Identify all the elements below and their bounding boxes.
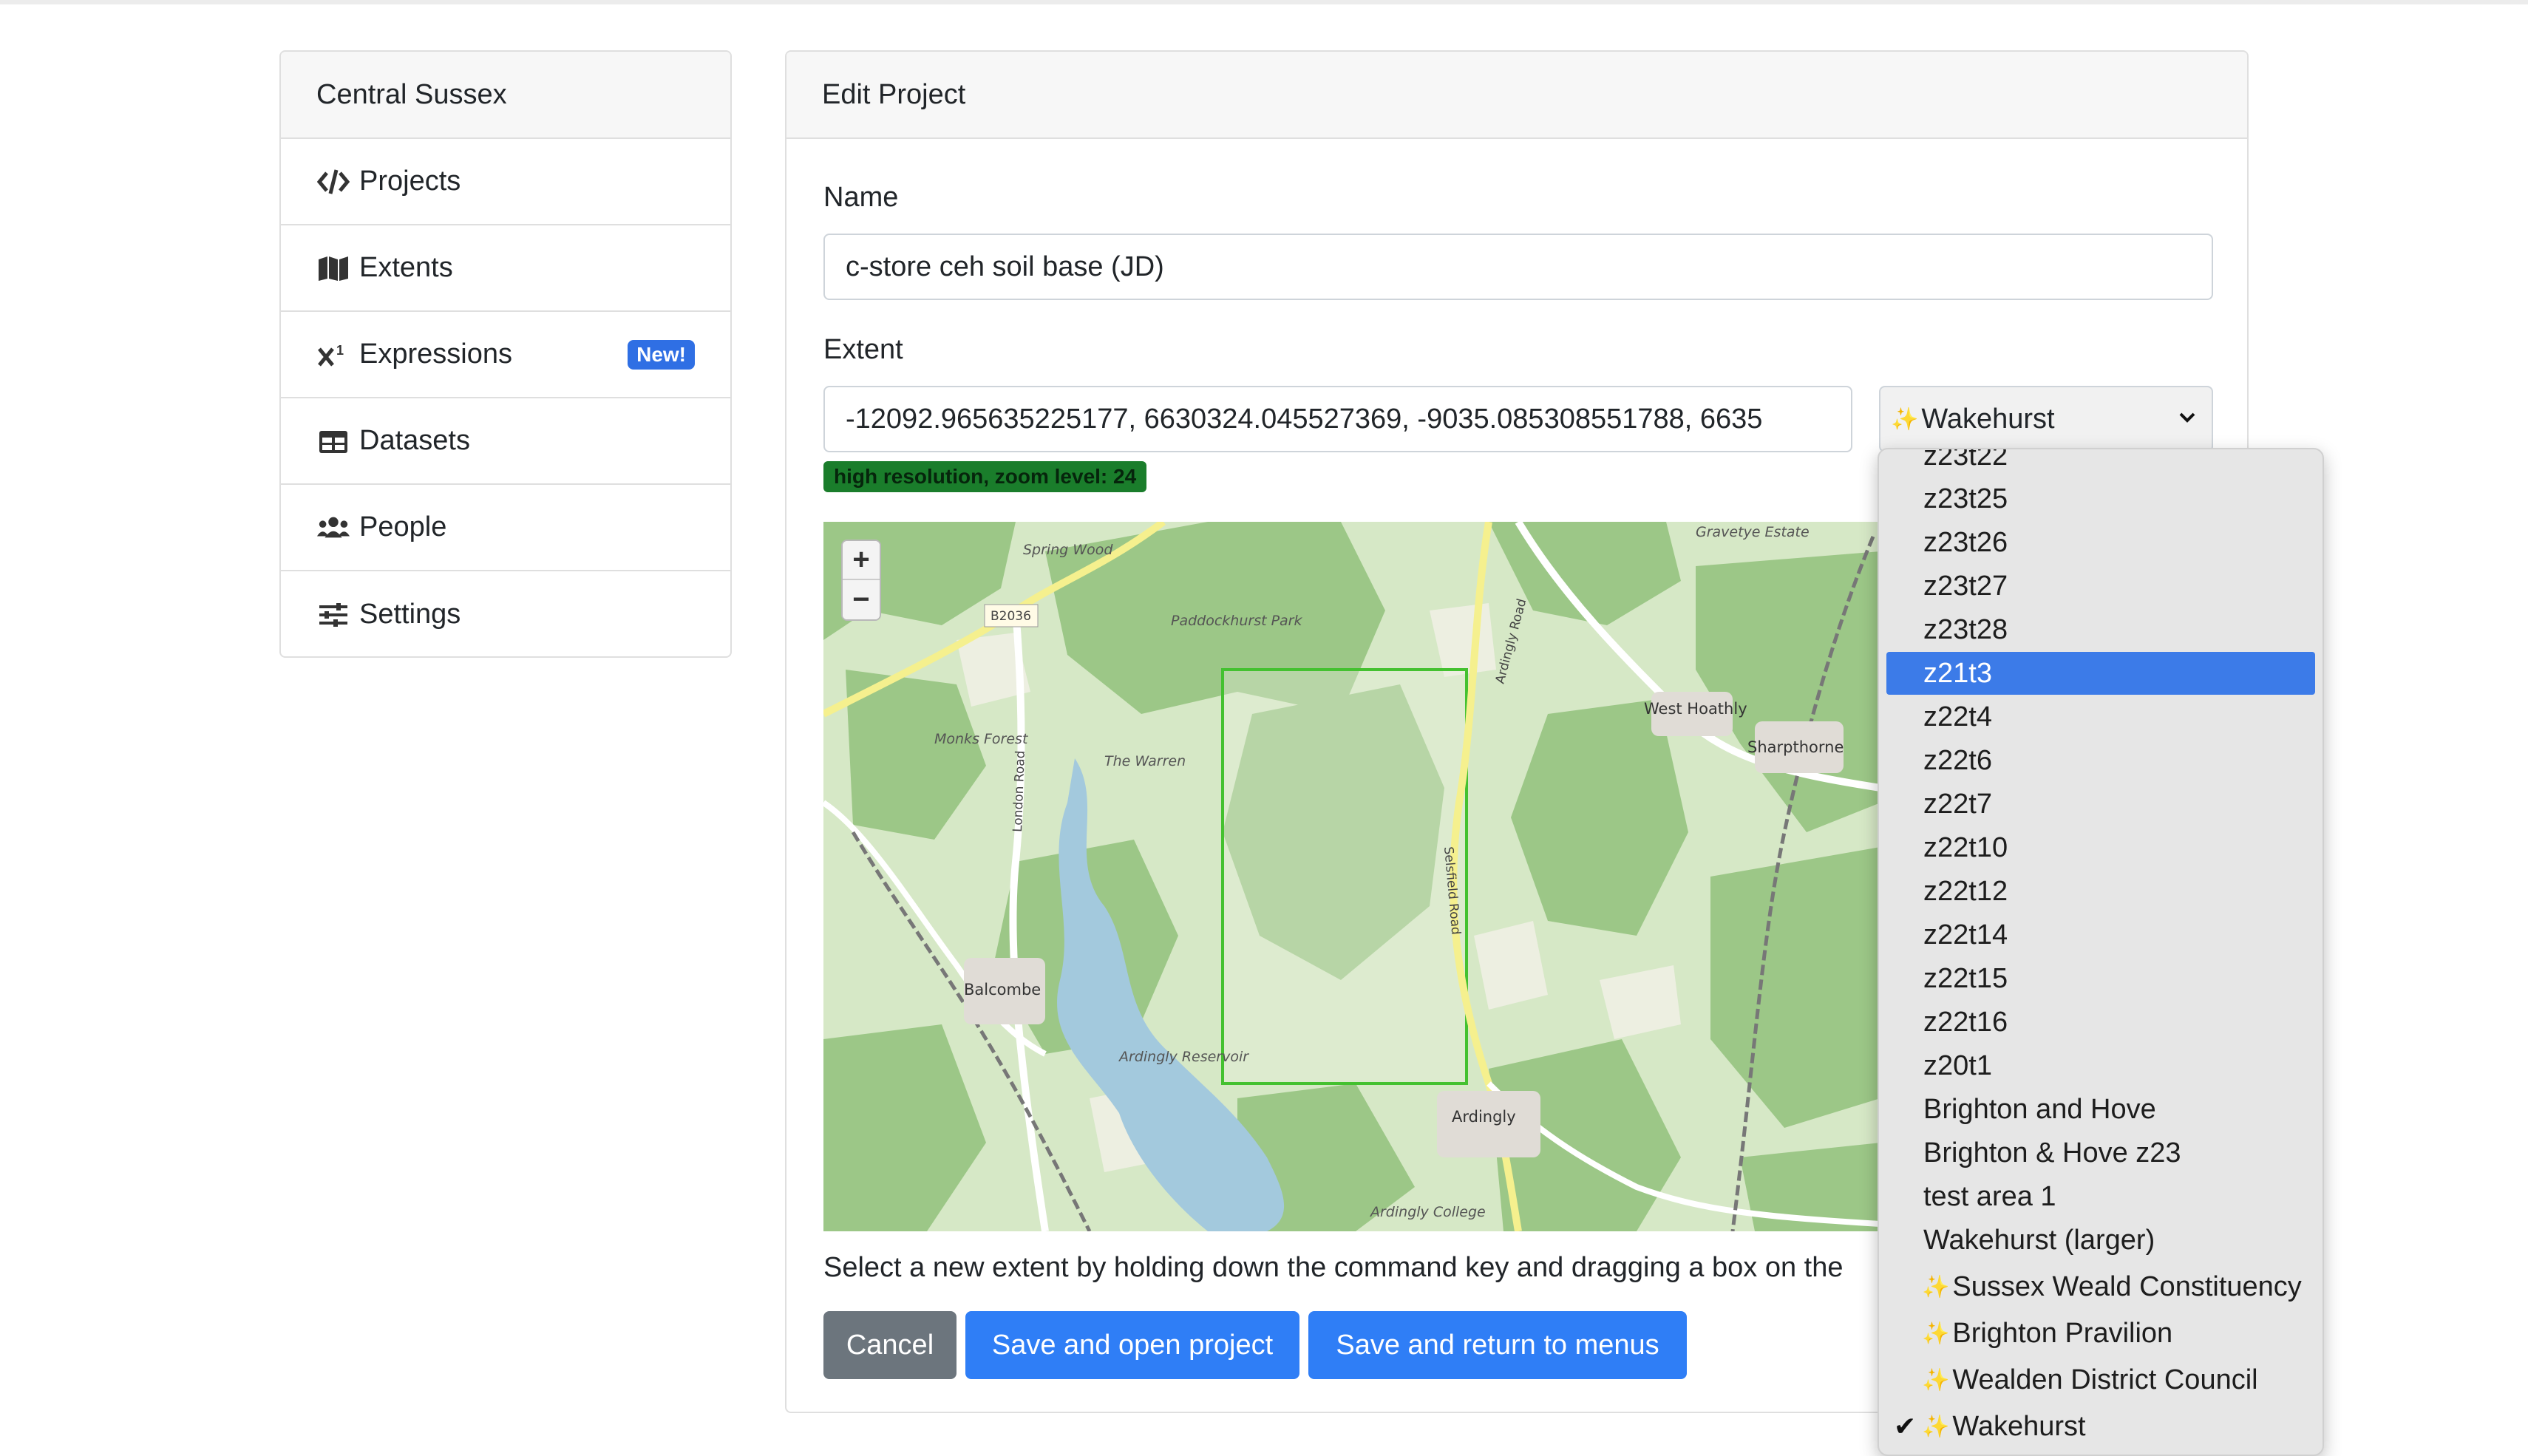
dropdown-item[interactable]: test area 1 xyxy=(1886,1175,2315,1218)
sidebar-item-settings[interactable]: Settings xyxy=(281,571,730,656)
dropdown-item[interactable]: Wakehurst (larger) xyxy=(1886,1219,2315,1262)
extent-select[interactable]: ✨ Wakehurst xyxy=(1879,386,2213,452)
dropdown-item[interactable]: Brighton & Hove z23 xyxy=(1886,1132,2315,1174)
chevron-down-icon xyxy=(2178,405,2197,438)
sidebar-item-people[interactable]: People xyxy=(281,485,730,571)
map-tiles: Spring Wood Paddockhurst Park Gravetye E… xyxy=(823,522,1880,1231)
svg-text:1: 1 xyxy=(336,343,344,358)
zoom-out-button[interactable]: − xyxy=(843,580,880,619)
code-icon xyxy=(316,167,350,197)
sparkle-icon: ✨ xyxy=(1922,1367,1950,1392)
dropdown-item[interactable]: z22t12 xyxy=(1886,870,2315,913)
dropdown-item-label: Wealden District Council xyxy=(1952,1364,2258,1395)
sidebar-item-label: Extents xyxy=(359,252,453,283)
dropdown-item[interactable]: z22t7 xyxy=(1886,783,2315,826)
new-badge: New! xyxy=(628,340,695,370)
extent-dropdown-list[interactable]: z23t22 z23t25 z23t26 z23t27 z23t28 z21t3… xyxy=(1878,448,2324,1456)
dropdown-item[interactable]: z23t27 xyxy=(1886,565,2315,608)
top-border xyxy=(0,0,2528,4)
checkmark-icon: ✔ xyxy=(1894,1411,1917,1441)
table-icon xyxy=(316,426,350,456)
map-label-london-road: London Road xyxy=(1010,750,1028,832)
dropdown-item[interactable]: z22t6 xyxy=(1886,739,2315,782)
dropdown-item-label: Wakehurst xyxy=(1952,1410,2086,1442)
resolution-badge: high resolution, zoom level: 24 xyxy=(823,461,1147,492)
map-label-ardingly: Ardingly xyxy=(1452,1108,1516,1126)
dropdown-item-checked[interactable]: ✔ ✨ Wakehurst xyxy=(1886,1405,2315,1448)
superscript-icon: 1 xyxy=(316,340,350,370)
sparkle-icon: ✨ xyxy=(1922,1274,1950,1299)
dropdown-item[interactable]: Brighton and Hove xyxy=(1886,1088,2315,1131)
dropdown-item[interactable]: z20t1 xyxy=(1886,1044,2315,1087)
sidebar-item-projects[interactable]: Projects xyxy=(281,139,730,225)
sparkle-icon: ✨ xyxy=(1891,406,1919,432)
dropdown-item[interactable]: z23t22 xyxy=(1886,449,2315,477)
dropdown-item[interactable]: ✨ Wealden District Council xyxy=(1886,1358,2315,1401)
dropdown-item-label: Sussex Weald Constituency xyxy=(1952,1270,2302,1302)
sidebar-item-extents[interactable]: Extents xyxy=(281,225,730,312)
dropdown-item-label: Brighton Pravilion xyxy=(1952,1317,2173,1349)
dropdown-item[interactable]: z22t14 xyxy=(1886,914,2315,956)
map-label-gravetye: Gravetye Estate xyxy=(1696,524,1810,540)
map-icon xyxy=(316,254,350,283)
dropdown-item[interactable]: z22t4 xyxy=(1886,695,2315,738)
extent-input[interactable]: -12092.965635225177, 6630324.045527369, … xyxy=(823,386,1852,452)
map-label-ardingly-reservoir: Ardingly Reservoir xyxy=(1118,1049,1249,1065)
zoom-in-button[interactable]: + xyxy=(843,541,880,580)
name-label: Name xyxy=(823,182,899,213)
map-label-b2036: B2036 xyxy=(991,609,1031,624)
map-view[interactable]: Spring Wood Paddockhurst Park Gravetye E… xyxy=(823,522,1880,1231)
dropdown-item-selected[interactable]: z21t3 xyxy=(1886,652,2315,695)
sidebar: Central Sussex Projects Extents 1 Expres… xyxy=(279,50,732,658)
map-label-west-hoathly: West Hoathly xyxy=(1644,700,1747,718)
dropdown-item[interactable]: z23t25 xyxy=(1886,477,2315,520)
dropdown-item[interactable]: z23t26 xyxy=(1886,521,2315,564)
sidebar-item-label: People xyxy=(359,511,447,542)
map-label-monks-forest: Monks Forest xyxy=(934,731,1029,747)
zoom-control: + − xyxy=(841,540,881,621)
sidebar-item-label: Settings xyxy=(359,599,461,630)
sidebar-item-label: Expressions xyxy=(359,339,512,370)
map-label-paddockhurst: Paddockhurst Park xyxy=(1171,613,1302,629)
dropdown-item[interactable]: z22t15 xyxy=(1886,957,2315,1000)
sparkle-icon: ✨ xyxy=(1922,1321,1950,1346)
dropdown-item[interactable]: ✨ Sussex Weald Constituency xyxy=(1886,1265,2315,1308)
extent-select-value: Wakehurst xyxy=(1921,403,2055,435)
map-label-balcombe: Balcombe xyxy=(964,981,1041,999)
save-open-button[interactable]: Save and open project xyxy=(965,1311,1299,1379)
sparkle-icon: ✨ xyxy=(1922,1414,1950,1439)
sidebar-item-label: Projects xyxy=(359,166,461,197)
cancel-button[interactable]: Cancel xyxy=(823,1311,957,1379)
map-label-ardingly-college: Ardingly College xyxy=(1369,1204,1486,1220)
sidebar-item-label: Datasets xyxy=(359,425,470,456)
users-icon xyxy=(316,513,350,542)
map-label-sharpthorne: Sharpthorne xyxy=(1747,738,1844,756)
name-input[interactable]: c-store ceh soil base (JD) xyxy=(823,234,2213,300)
dropdown-item[interactable]: ✨ Brighton Pravilion xyxy=(1886,1312,2315,1355)
dropdown-item[interactable]: z23t28 xyxy=(1886,608,2315,651)
map-label-spring-wood: Spring Wood xyxy=(1023,542,1113,558)
sliders-icon xyxy=(316,600,350,630)
dropdown-item[interactable]: z22t16 xyxy=(1886,1001,2315,1044)
extent-label: Extent xyxy=(823,334,903,365)
extent-instruction: Select a new extent by holding down the … xyxy=(823,1252,1844,1283)
map-label-the-warren: The Warren xyxy=(1104,753,1186,769)
sidebar-item-datasets[interactable]: Datasets xyxy=(281,398,730,485)
card-title: Edit Project xyxy=(786,52,2247,139)
sidebar-title: Central Sussex xyxy=(281,52,730,139)
dropdown-item[interactable]: z22t10 xyxy=(1886,826,2315,869)
save-return-button[interactable]: Save and return to menus xyxy=(1308,1311,1687,1379)
sidebar-item-expressions[interactable]: 1 Expressions New! xyxy=(281,312,730,398)
